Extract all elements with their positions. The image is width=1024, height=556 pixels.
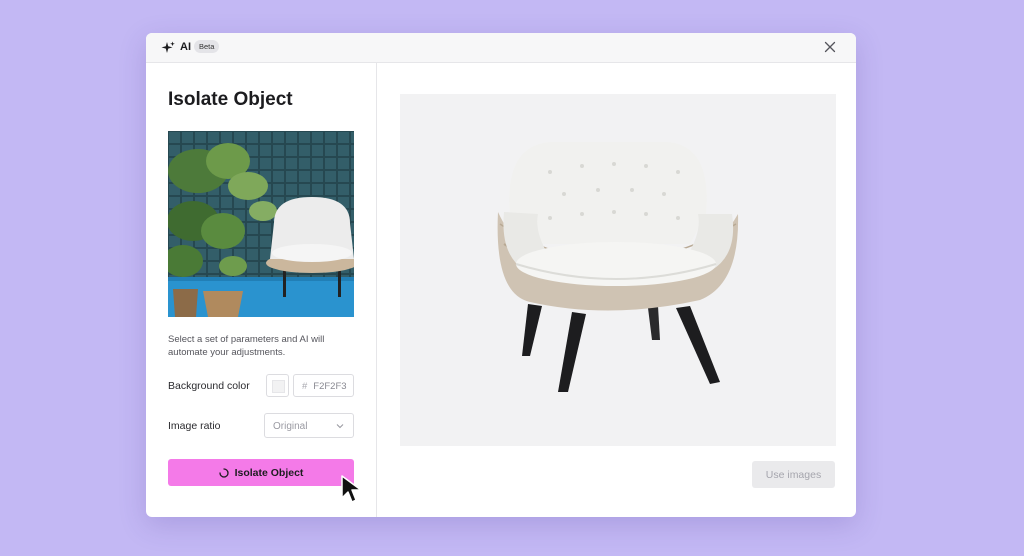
use-images-button[interactable]: Use images	[752, 461, 835, 488]
sparkle-icon	[161, 41, 175, 53]
isolated-object-preview	[400, 94, 836, 446]
close-icon[interactable]	[824, 41, 836, 53]
loading-spinner-icon	[218, 467, 229, 478]
ai-label: AI	[180, 41, 191, 53]
background-color-hex-input[interactable]: # F2F2F3	[293, 374, 354, 397]
hex-value: F2F2F3	[313, 381, 347, 392]
isolate-object-button-label: Isolate Object	[234, 466, 304, 479]
dialog-titlebar: AI Beta	[146, 33, 856, 63]
hex-hash: #	[302, 381, 308, 392]
background-color-label: Background color	[168, 380, 250, 392]
panel-divider	[376, 62, 377, 517]
isolate-object-button[interactable]: Isolate Object	[168, 459, 354, 486]
panel-description: Select a set of parameters and AI will a…	[168, 334, 325, 358]
image-ratio-select[interactable]: Original	[264, 413, 354, 438]
background-color-swatch[interactable]	[266, 374, 289, 397]
chevron-down-icon	[336, 424, 344, 429]
image-ratio-value: Original	[273, 421, 308, 432]
isolate-object-dialog: AI Beta Isolate Object Select a set of p…	[146, 33, 856, 517]
beta-badge: Beta	[194, 40, 220, 53]
source-image-thumbnail	[168, 131, 354, 317]
mouse-pointer-icon	[341, 475, 362, 503]
swatch-color	[272, 380, 285, 393]
image-ratio-label: Image ratio	[168, 420, 221, 432]
panel-title: Isolate Object	[168, 89, 293, 110]
